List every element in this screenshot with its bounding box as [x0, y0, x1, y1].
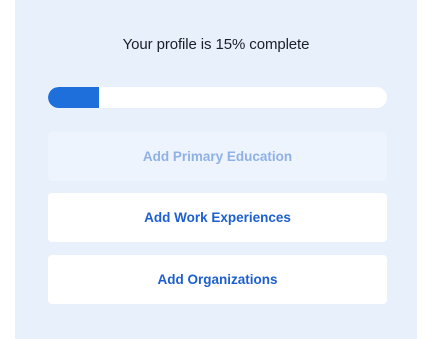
add-organizations-button[interactable]: Add Organizations	[48, 255, 387, 304]
add-work-experiences-button[interactable]: Add Work Experiences	[48, 193, 387, 242]
profile-completion-card: Your profile is 15% complete Add Primary…	[15, 0, 417, 339]
profile-progress-fill	[48, 87, 99, 108]
add-primary-education-button[interactable]: Add Primary Education	[48, 132, 387, 181]
profile-completion-title: Your profile is 15% complete	[122, 36, 310, 53]
profile-progress-bar	[48, 87, 387, 108]
